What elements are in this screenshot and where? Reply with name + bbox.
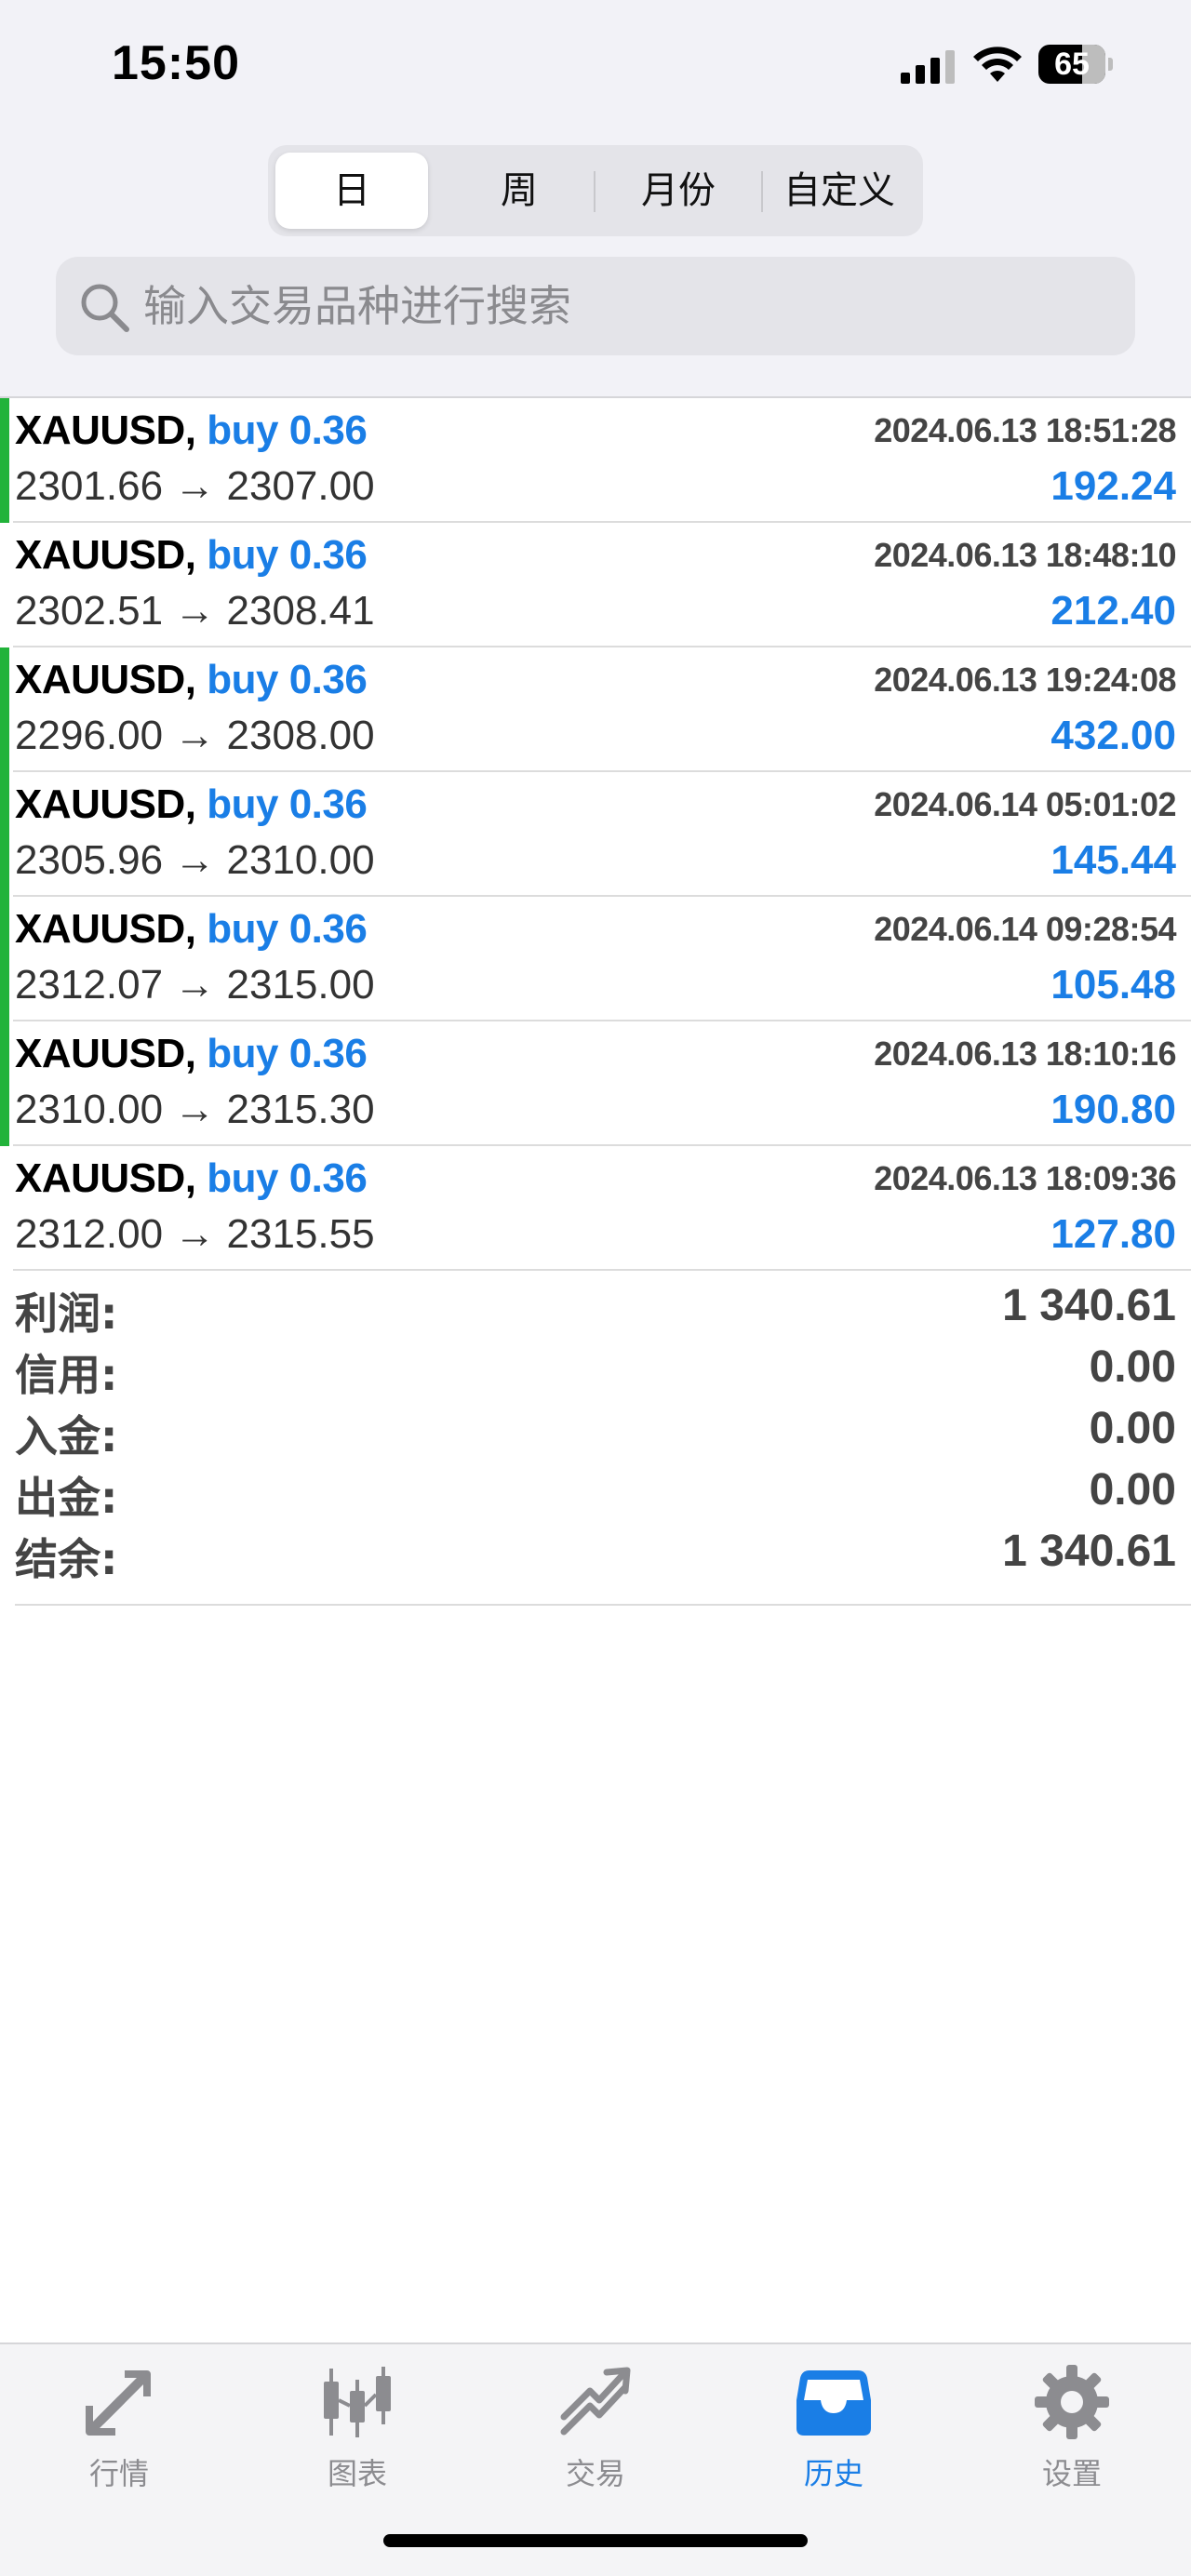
summary-label: 结余: [15,1534,118,1584]
trade-row[interactable]: XAUUSD, buy 0.36 2024.06.13 18:10:16 231… [0,1021,1191,1146]
summary-value: 0.00 [1089,1342,1176,1392]
segment-week[interactable]: 周 [443,153,596,229]
trade-trend-icon [560,2367,631,2436]
trade-symbol: XAUUSD, buy 0.36 [15,906,368,952]
trade-profit: 212.40 [1050,588,1176,634]
trade-time: 2024.06.13 19:24:08 [874,661,1176,699]
trade-time: 2024.06.14 05:01:02 [874,785,1176,823]
trade-profit: 145.44 [1050,837,1176,883]
tab-history[interactable]: 历史 [741,2363,927,2503]
history-inbox-icon [796,2370,871,2436]
summary-label: 利润: [15,1288,118,1339]
summary-divider [15,1604,1191,1606]
tab-charts[interactable]: 图表 [264,2363,450,2503]
trade-profit: 127.80 [1050,1211,1176,1257]
trade-prices: 2312.00 → 2315.55 [15,1211,375,1257]
trade-prices: 2296.00 → 2308.00 [15,713,375,758]
status-time: 15:50 [112,36,240,90]
cellular-signal-icon [901,50,955,84]
tab-label: 行情 [88,2456,149,2491]
search-input[interactable] [143,257,1111,355]
account-summary: 利润: 1 340.61 信用: 0.00 入金: 0.00 出金: 0.00 … [15,1280,1176,1606]
summary-value: 0.00 [1089,1404,1176,1453]
trade-symbol: XAUUSD, buy 0.36 [15,532,368,578]
summary-row-withdrawal: 出金: 0.00 [15,1464,1176,1526]
wifi-icon [973,47,1022,82]
trade-direction: buy 0.36 [207,657,368,702]
segment-month[interactable]: 月份 [596,153,761,229]
trade-marker-bar [0,1021,9,1146]
period-segmented-control: 日 周 月份 自定义 [268,145,923,236]
tab-label: 图表 [327,2456,387,2491]
summary-row-profit: 利润: 1 340.61 [15,1280,1176,1341]
summary-label: 信用: [15,1350,118,1400]
trade-symbol: XAUUSD, buy 0.36 [15,657,368,702]
trade-profit: 192.24 [1050,463,1176,509]
trade-profit: 432.00 [1050,713,1176,758]
tab-trade[interactable]: 交易 [502,2363,689,2503]
segment-day[interactable]: 日 [275,153,428,229]
trade-row[interactable]: XAUUSD, buy 0.36 2024.06.14 09:28:54 231… [0,897,1191,1021]
summary-row-credit: 信用: 0.00 [15,1341,1176,1403]
trade-time: 2024.06.13 18:10:16 [874,1034,1176,1073]
trade-time: 2024.06.14 09:28:54 [874,910,1176,948]
quotes-arrows-icon [86,2370,151,2436]
search-bar[interactable] [56,257,1135,355]
trade-prices: 2312.07 → 2315.00 [15,962,375,1008]
trade-row[interactable]: XAUUSD, buy 0.36 2024.06.13 18:48:10 230… [0,523,1191,647]
summary-label: 出金: [15,1473,118,1523]
trade-prices: 2305.96 → 2310.00 [15,837,375,883]
trade-marker-bar [0,398,9,523]
trade-row[interactable]: XAUUSD, buy 0.36 2024.06.13 18:09:36 231… [0,1146,1191,1271]
trade-direction: buy 0.36 [207,1031,368,1076]
status-bar: 15:50 65 [0,0,1191,130]
trade-symbol: XAUUSD, buy 0.36 [15,781,368,827]
summary-label: 入金: [15,1411,118,1462]
trade-profit: 190.80 [1050,1087,1176,1132]
summary-value: 1 340.61 [1002,1281,1176,1330]
trade-symbol: XAUUSD, buy 0.36 [15,407,368,453]
summary-value: 1 340.61 [1002,1527,1176,1576]
trade-direction: buy 0.36 [207,906,368,952]
trade-prices: 2310.00 → 2315.30 [15,1087,375,1132]
trade-profit: 105.48 [1050,962,1176,1008]
trade-row[interactable]: XAUUSD, buy 0.36 2024.06.14 05:01:02 230… [0,772,1191,897]
segment-custom[interactable]: 自定义 [763,153,916,229]
tab-label: 交易 [565,2456,625,2491]
gear-icon [1035,2365,1109,2439]
trade-marker-bar [0,897,9,1021]
trade-symbol: XAUUSD, buy 0.36 [15,1031,368,1076]
summary-row-deposit: 入金: 0.00 [15,1403,1176,1464]
trade-direction: buy 0.36 [207,532,368,578]
summary-row-balance: 结余: 1 340.61 [15,1526,1176,1587]
battery-level: 65 [1054,47,1090,82]
battery-icon: 65 [1038,45,1113,84]
trade-time: 2024.06.13 18:09:36 [874,1159,1176,1197]
tab-label: 历史 [803,2456,863,2491]
top-header: 15:50 65 日 周 月份 自定义 [0,0,1191,398]
summary-value: 0.00 [1089,1465,1176,1515]
search-icon [81,284,129,332]
trade-symbol: XAUUSD, buy 0.36 [15,1155,368,1201]
trade-marker-bar [0,772,9,897]
home-indicator[interactable] [383,2534,808,2547]
candlestick-chart-icon [324,2367,391,2437]
trade-direction: buy 0.36 [207,1155,368,1201]
tab-label: 设置 [1041,2456,1102,2491]
trade-prices: 2302.51 → 2308.41 [15,588,375,634]
trade-time: 2024.06.13 18:51:28 [874,411,1176,449]
trade-history-list: XAUUSD, buy 0.36 2024.06.13 18:51:28 230… [0,398,1191,1271]
trade-row[interactable]: XAUUSD, buy 0.36 2024.06.13 19:24:08 229… [0,647,1191,772]
trade-prices: 2301.66 → 2307.00 [15,463,375,509]
trade-row[interactable]: XAUUSD, buy 0.36 2024.06.13 18:51:28 230… [0,398,1191,523]
trade-direction: buy 0.36 [207,407,368,453]
tab-quotes[interactable]: 行情 [26,2363,212,2503]
trade-time: 2024.06.13 18:48:10 [874,536,1176,574]
tab-settings[interactable]: 设置 [979,2363,1165,2503]
trade-direction: buy 0.36 [207,781,368,827]
trade-marker-bar [0,647,9,772]
